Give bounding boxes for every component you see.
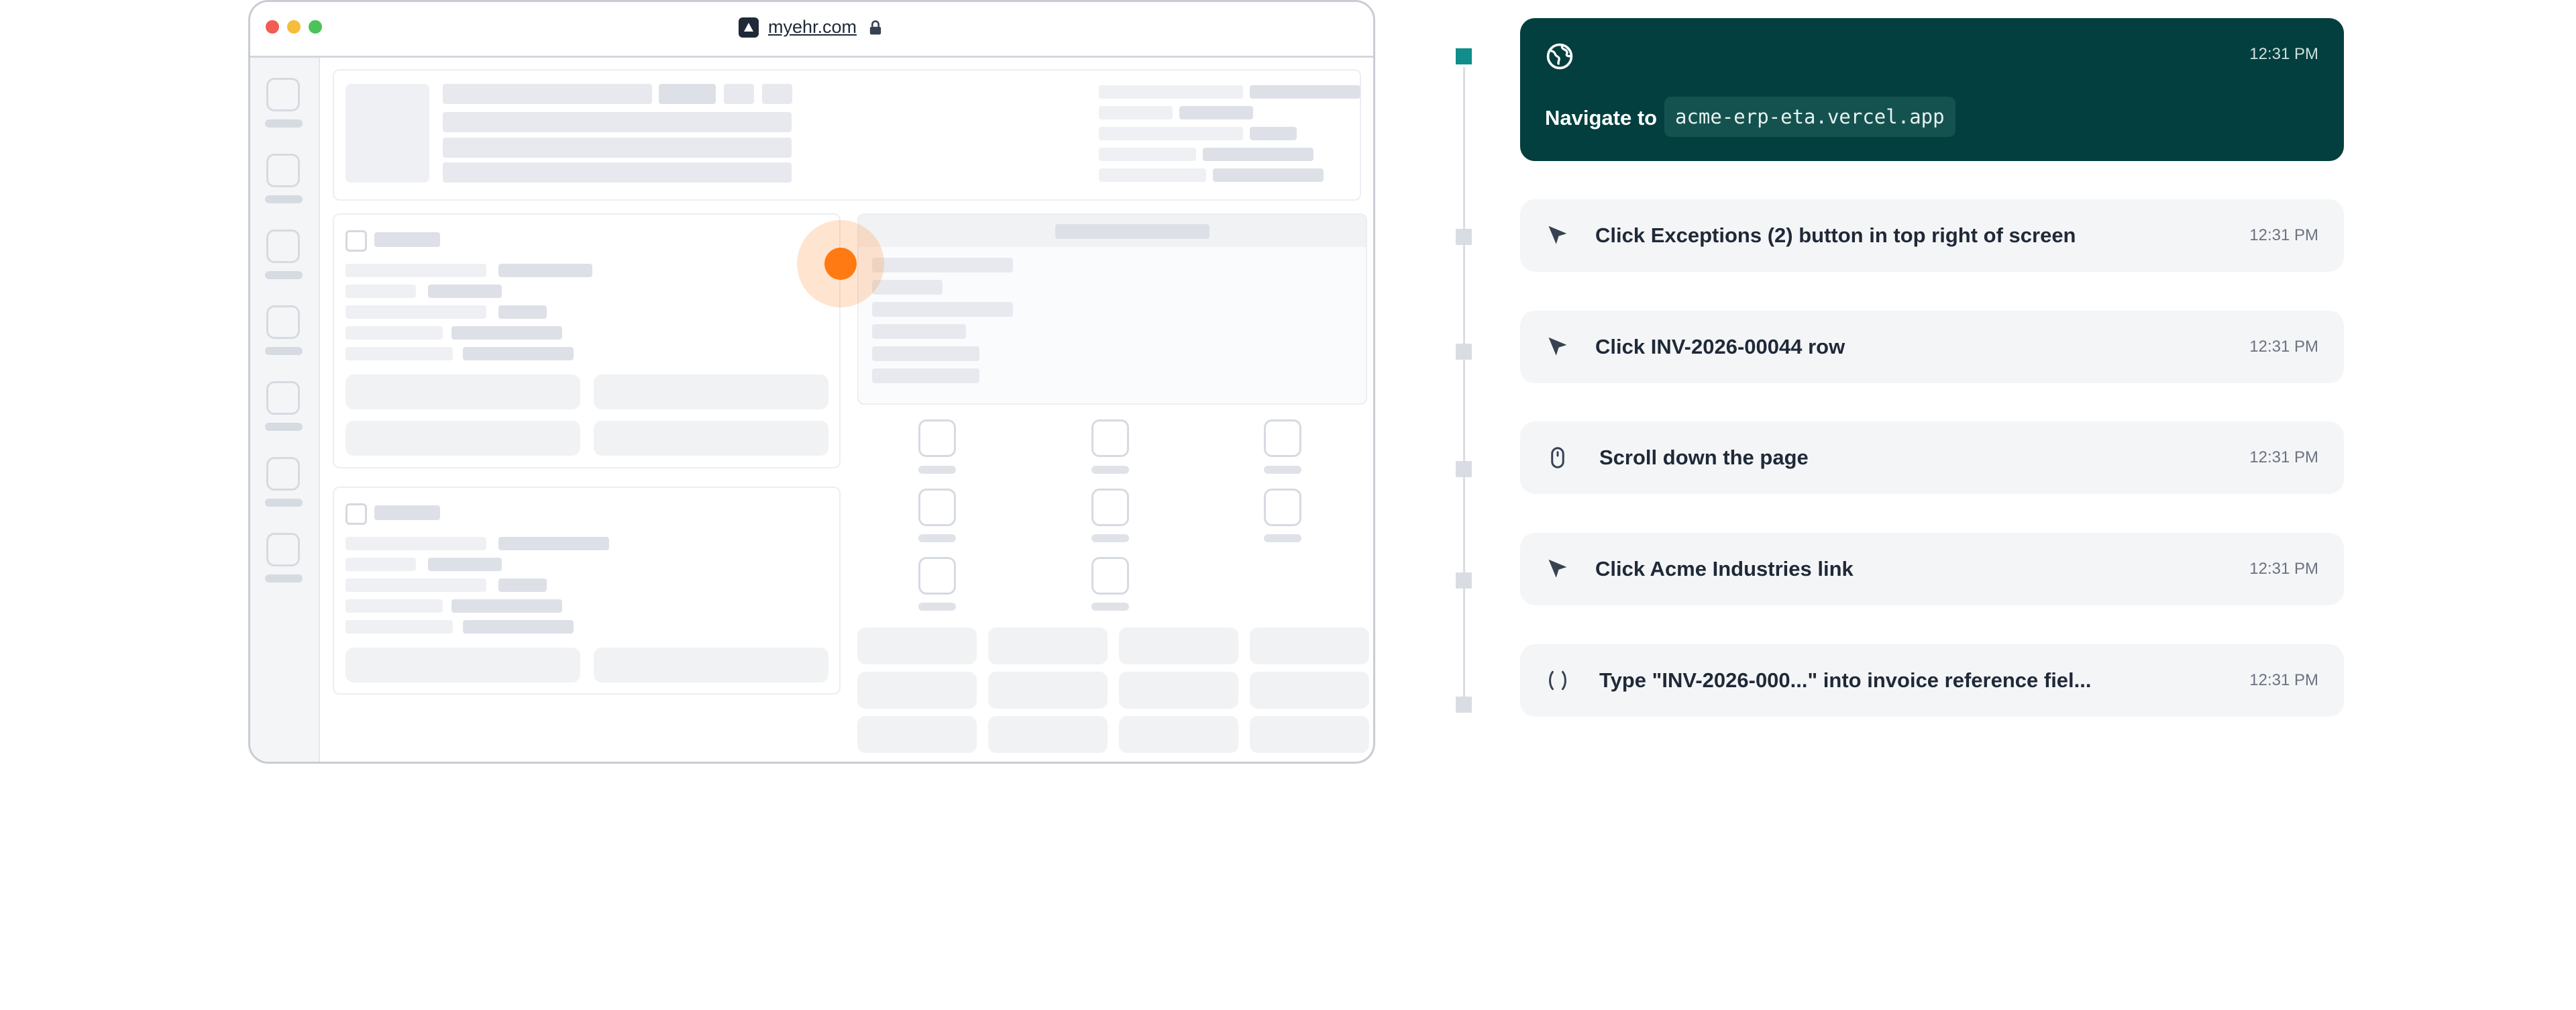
globe-icon [1546, 43, 1573, 70]
action-button[interactable] [594, 648, 828, 683]
detail-panel [857, 213, 1367, 405]
select-checkbox[interactable] [345, 503, 367, 525]
grid-item[interactable] [1091, 557, 1129, 595]
tile[interactable] [1119, 716, 1238, 753]
step-time: 12:31 PM [2249, 560, 2318, 578]
step-time: 12:31 PM [2249, 226, 2318, 244]
tile[interactable] [988, 627, 1108, 664]
tile[interactable] [1119, 672, 1238, 709]
sidebar-item[interactable] [265, 230, 303, 279]
sidebar-item[interactable] [265, 457, 303, 507]
cursor-icon [1548, 337, 1567, 356]
action-button[interactable] [594, 421, 828, 456]
tile[interactable] [988, 716, 1108, 753]
select-checkbox[interactable] [345, 230, 367, 252]
step-label: Navigate to [1545, 106, 1658, 130]
step-time: 12:31 PM [2249, 671, 2318, 689]
tile[interactable] [1119, 627, 1238, 664]
step-time: 12:31 PM [2249, 448, 2318, 466]
step-click-exceptions[interactable]: Click Exceptions (2) button in top right… [1520, 199, 2344, 272]
step-label: Scroll down the page [1599, 446, 1809, 469]
mouse-icon [1551, 447, 1564, 468]
step-time: 12:31 PM [2249, 338, 2318, 356]
cursor-icon [1548, 225, 1567, 244]
timeline-marker [1456, 344, 1472, 360]
action-button[interactable] [594, 374, 828, 409]
timeline-marker [1456, 697, 1472, 713]
grid-item[interactable] [918, 489, 956, 526]
header-card [333, 69, 1361, 201]
url-chip[interactable]: acme-erp-eta.vercel.app [1664, 97, 1955, 137]
step-type[interactable]: Type "INV-2026-000..." into invoice refe… [1520, 644, 2344, 717]
grid-item[interactable] [1264, 419, 1301, 457]
step-label: Click Exceptions (2) button in top right… [1595, 223, 2076, 247]
lock-icon [869, 19, 881, 34]
step-label: Click Acme Industries link [1595, 557, 1854, 580]
type-icon [1549, 670, 1566, 691]
tile[interactable] [857, 716, 977, 753]
timeline-marker [1456, 461, 1472, 477]
browser-window: myehr.com [248, 0, 1375, 764]
action-button[interactable] [345, 374, 580, 409]
record-card [333, 213, 841, 468]
grid-item[interactable] [918, 557, 956, 595]
tile[interactable] [1250, 672, 1369, 709]
app-logo-icon [738, 17, 759, 38]
record-card [333, 487, 841, 695]
grid-item[interactable] [1264, 489, 1301, 526]
tile[interactable] [1250, 716, 1369, 753]
cursor-icon [1548, 559, 1567, 578]
sidebar-item[interactable] [265, 78, 303, 128]
timeline-track [1463, 67, 1465, 705]
app-sidebar [250, 58, 320, 762]
timeline-marker-active [1456, 48, 1472, 64]
sidebar-item[interactable] [265, 533, 303, 583]
timeline-marker [1456, 229, 1472, 245]
tile[interactable] [1250, 627, 1369, 664]
step-navigate[interactable]: 12:31 PM Navigate to acme-erp-eta.vercel… [1520, 18, 2344, 161]
step-time: 12:31 PM [2249, 45, 2318, 63]
grid-item[interactable] [918, 419, 956, 457]
address-bar[interactable]: myehr.com [250, 17, 1373, 40]
sidebar-item[interactable] [265, 381, 303, 431]
grid-item[interactable] [1091, 419, 1129, 457]
tile[interactable] [857, 627, 977, 664]
timeline-marker [1456, 572, 1472, 589]
tile[interactable] [857, 672, 977, 709]
browser-titlebar: myehr.com [250, 2, 1373, 58]
step-scroll[interactable]: Scroll down the page 12:31 PM [1520, 421, 2344, 494]
grid-item[interactable] [1091, 489, 1129, 526]
sidebar-item[interactable] [265, 305, 303, 355]
url-text[interactable]: myehr.com [768, 17, 857, 38]
step-label: Click INV-2026-00044 row [1595, 335, 1845, 358]
click-indicator [824, 248, 857, 280]
step-click-link[interactable]: Click Acme Industries link 12:31 PM [1520, 533, 2344, 605]
tile[interactable] [988, 672, 1108, 709]
action-button[interactable] [345, 648, 580, 683]
sidebar-item[interactable] [265, 154, 303, 203]
step-click-row[interactable]: Click INV-2026-00044 row 12:31 PM [1520, 311, 2344, 383]
step-label: Type "INV-2026-000..." into invoice refe… [1599, 668, 2092, 692]
action-button[interactable] [345, 421, 580, 456]
